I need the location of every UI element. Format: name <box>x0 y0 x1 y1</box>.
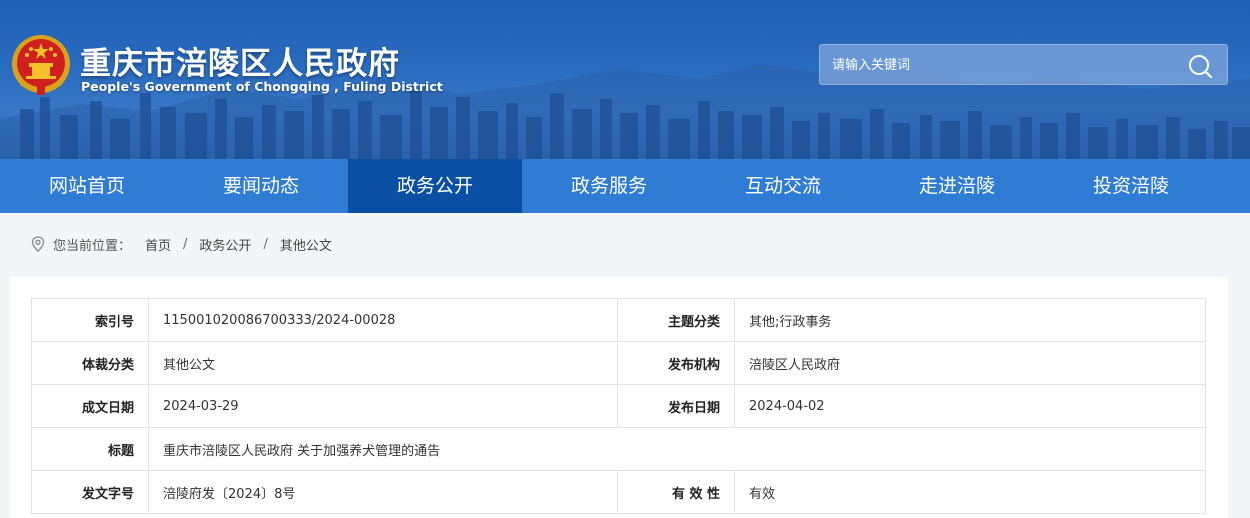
meta-label-genre: 体裁分类 <box>31 341 149 385</box>
location-icon <box>31 236 45 252</box>
meta-label-doc-number: 发文字号 <box>31 470 149 514</box>
breadcrumb-separator: / <box>263 236 268 252</box>
meta-label-written-date: 成文日期 <box>31 384 149 428</box>
breadcrumb-separator: / <box>183 236 188 252</box>
nav-item-government-affairs[interactable]: 政务公开 <box>348 159 522 213</box>
meta-label-publisher: 发布机构 <box>617 341 735 385</box>
site-header: 重庆市涪陵区人民政府 People's Government of Chongq… <box>0 0 1250 159</box>
meta-label-title: 标题 <box>31 427 149 471</box>
meta-label-index: 索引号 <box>31 298 149 342</box>
site-title: 重庆市涪陵区人民政府 <box>80 46 400 82</box>
nav-item-services[interactable]: 政务服务 <box>522 159 696 213</box>
document-metadata-table: 索引号 115001020086700333/2024-00028 主题分类 其… <box>31 298 1206 514</box>
meta-value-genre: 其他公文 <box>148 341 618 385</box>
table-row: 索引号 115001020086700333/2024-00028 主题分类 其… <box>31 298 1206 342</box>
meta-value-topic: 其他;行政事务 <box>734 298 1206 342</box>
breadcrumb: 您当前位置： 首页 / 政务公开 / 其他公文 <box>31 234 332 254</box>
meta-label-publish-date: 发布日期 <box>617 384 735 428</box>
breadcrumb-home[interactable]: 首页 <box>145 235 171 254</box>
table-row: 发文字号 涪陵府发〔2024〕8号 有 效 性 有效 <box>31 470 1206 514</box>
breadcrumb-other-documents[interactable]: 其他公文 <box>280 235 332 254</box>
search-icon[interactable] <box>1187 53 1213 79</box>
nav-item-about-fuling[interactable]: 走进涪陵 <box>870 159 1044 213</box>
table-row: 体裁分类 其他公文 发布机构 涪陵区人民政府 <box>31 341 1206 385</box>
breadcrumb-prefix: 您当前位置： <box>53 238 132 254</box>
meta-value-index: 115001020086700333/2024-00028 <box>148 298 618 342</box>
document-panel: 索引号 115001020086700333/2024-00028 主题分类 其… <box>10 277 1228 518</box>
search-input[interactable] <box>832 55 1172 75</box>
main-nav: 网站首页 要闻动态 政务公开 政务服务 互动交流 走进涪陵 投资涪陵 <box>0 159 1250 213</box>
meta-value-written-date: 2024-03-29 <box>148 384 618 428</box>
meta-value-publish-date: 2024-04-02 <box>734 384 1206 428</box>
meta-value-validity: 有效 <box>734 470 1206 514</box>
nav-item-interaction[interactable]: 互动交流 <box>696 159 870 213</box>
breadcrumb-government-affairs[interactable]: 政务公开 <box>199 235 251 254</box>
nav-item-news[interactable]: 要闻动态 <box>174 159 348 213</box>
meta-label-topic: 主题分类 <box>617 298 735 342</box>
meta-value-doc-number: 涪陵府发〔2024〕8号 <box>148 470 618 514</box>
table-row: 标题 重庆市涪陵区人民政府 关于加强养犬管理的通告 <box>31 427 1206 471</box>
meta-value-publisher: 涪陵区人民政府 <box>734 341 1206 385</box>
meta-label-validity: 有 效 性 <box>617 470 735 514</box>
national-emblem-icon <box>12 35 70 95</box>
nav-item-home[interactable]: 网站首页 <box>0 159 174 213</box>
nav-item-investment[interactable]: 投资涪陵 <box>1044 159 1218 213</box>
meta-value-title: 重庆市涪陵区人民政府 关于加强养犬管理的通告 <box>148 427 1206 471</box>
table-row: 成文日期 2024-03-29 发布日期 2024-04-02 <box>31 384 1206 428</box>
site-subtitle: People's Government of Chongqing , Fulin… <box>81 79 443 94</box>
search-box <box>819 44 1228 85</box>
